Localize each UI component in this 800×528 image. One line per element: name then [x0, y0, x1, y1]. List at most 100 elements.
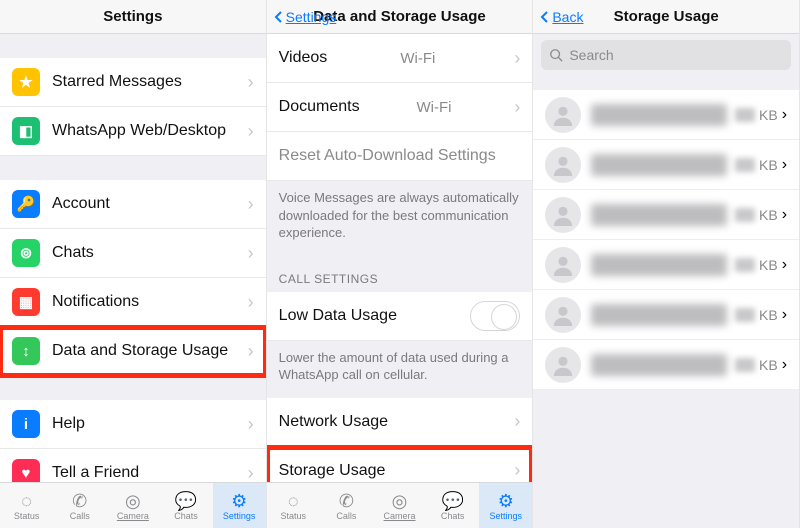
chevron-right-icon: ›: [782, 306, 787, 324]
tab-settings[interactable]: ⚙ Settings: [479, 483, 532, 528]
nav-title: Data and Storage Usage: [313, 8, 486, 25]
contact-name-redacted: [591, 304, 727, 326]
avatar-icon: [545, 247, 581, 283]
whatsapp-web-icon: ◧: [12, 117, 40, 145]
chats-icon: 💬: [175, 491, 197, 511]
size-redacted: [735, 208, 755, 222]
chevron-right-icon: ›: [514, 460, 520, 481]
avatar-icon: [545, 147, 581, 183]
row-label: Data and Storage Usage: [52, 342, 228, 360]
tab-chats[interactable]: 💬 Chats: [159, 483, 212, 528]
chevron-right-icon: ›: [248, 463, 254, 483]
row-whatsapp-web[interactable]: ◧ WhatsApp Web/Desktop ›: [0, 107, 266, 156]
search-input[interactable]: Search: [541, 40, 791, 70]
help-icon: i: [12, 410, 40, 438]
contact-row[interactable]: KB ›: [533, 240, 799, 290]
avatar-icon: [545, 347, 581, 383]
row-tell-a-friend[interactable]: ♥ Tell a Friend ›: [0, 449, 266, 482]
row-starred-messages[interactable]: ★ Starred Messages ›: [0, 58, 266, 107]
size-redacted: [735, 358, 755, 372]
contact-row[interactable]: KB ›: [533, 290, 799, 340]
tab-camera[interactable]: ◎ Camera: [106, 483, 159, 528]
chevron-right-icon: ›: [248, 121, 254, 142]
tab-label: Settings: [490, 511, 523, 521]
voice-note: Voice Messages are always automatically …: [267, 181, 533, 256]
size-unit: KB: [759, 107, 778, 123]
size-redacted: [735, 308, 755, 322]
low-data-note: Lower the amount of data used during a W…: [267, 341, 533, 398]
chats-icon: 💬: [441, 491, 463, 511]
avatar-icon: [545, 197, 581, 233]
size-unit: KB: [759, 207, 778, 223]
chevron-right-icon: ›: [514, 48, 520, 69]
tab-label: Calls: [336, 511, 356, 521]
contact-row[interactable]: KB ›: [533, 190, 799, 240]
chevron-right-icon: ›: [782, 356, 787, 374]
call-settings-header: CALL SETTINGS: [267, 256, 533, 292]
contact-name-redacted: [591, 254, 727, 276]
chevron-right-icon: ›: [782, 106, 787, 124]
back-button[interactable]: Back: [539, 9, 583, 25]
chevron-right-icon: ›: [248, 72, 254, 93]
nav-bar: Settings: [0, 0, 266, 34]
status-icon: ◌: [21, 491, 32, 511]
tab-status[interactable]: ◌ Status: [0, 483, 53, 528]
contact-name-redacted: [591, 354, 727, 376]
nav-bar: Back Storage Usage: [533, 0, 799, 34]
row-label: Help: [52, 415, 85, 433]
row-value: Wi-Fi: [416, 99, 451, 116]
low-data-label: Low Data Usage: [279, 307, 397, 325]
tell-a-friend-icon: ♥: [12, 459, 40, 482]
row-account[interactable]: 🔑 Account ›: [0, 180, 266, 229]
tab-calls[interactable]: ✆ Calls: [53, 483, 106, 528]
tab-label: Camera: [117, 511, 149, 521]
row-videos[interactable]: Videos Wi-Fi ›: [267, 34, 533, 83]
contact-row[interactable]: KB ›: [533, 140, 799, 190]
tab-label: Chats: [441, 511, 465, 521]
size-redacted: [735, 108, 755, 122]
contact-row[interactable]: KB ›: [533, 90, 799, 140]
row-value: Wi-Fi: [400, 50, 435, 67]
row-chats[interactable]: ⊚ Chats ›: [0, 229, 266, 278]
chevron-right-icon: ›: [514, 411, 520, 432]
row-help[interactable]: i Help ›: [0, 400, 266, 449]
data-storage-usage-icon: ↕: [12, 337, 40, 365]
tab-bar: ◌ Status ✆ Calls ◎ Camera 💬 Chats ⚙ Sett…: [267, 482, 533, 528]
row-label: Tell a Friend: [52, 464, 139, 482]
tab-calls[interactable]: ✆ Calls: [320, 483, 373, 528]
tab-label: Calls: [70, 511, 90, 521]
row-label: Videos: [279, 49, 328, 67]
row-label: Account: [52, 195, 110, 213]
calls-icon: ✆: [339, 491, 354, 511]
camera-icon: ◎: [125, 491, 141, 511]
tab-camera[interactable]: ◎ Camera: [373, 483, 426, 528]
nav-title: Settings: [103, 8, 162, 25]
back-button[interactable]: Settings: [273, 9, 337, 25]
row-label: Storage Usage: [279, 462, 386, 480]
nav-bar: Settings Data and Storage Usage: [267, 0, 533, 34]
size-redacted: [735, 258, 755, 272]
contact-row[interactable]: KB ›: [533, 340, 799, 390]
chevron-right-icon: ›: [248, 341, 254, 362]
row-documents[interactable]: Documents Wi-Fi ›: [267, 83, 533, 132]
chevron-right-icon: ›: [248, 194, 254, 215]
chevron-right-icon: ›: [248, 414, 254, 435]
tab-status[interactable]: ◌ Status: [267, 483, 320, 528]
tab-settings[interactable]: ⚙ Settings: [213, 483, 266, 528]
row-label: Chats: [52, 244, 94, 262]
row-data-storage-usage[interactable]: ↕ Data and Storage Usage ›: [0, 327, 266, 376]
status-icon: ◌: [288, 491, 299, 511]
reset-auto-download[interactable]: Reset Auto-Download Settings: [267, 132, 533, 181]
chevron-right-icon: ›: [514, 97, 520, 118]
tab-chats[interactable]: 💬 Chats: [426, 483, 479, 528]
tab-label: Camera: [384, 511, 416, 521]
row-notifications[interactable]: ▦ Notifications ›: [0, 278, 266, 327]
low-data-toggle[interactable]: [470, 301, 520, 331]
tab-label: Status: [280, 511, 306, 521]
nav-title: Storage Usage: [614, 8, 719, 25]
tab-bar: ◌ Status ✆ Calls ◎ Camera 💬 Chats ⚙ Sett…: [0, 482, 266, 528]
row-network-usage[interactable]: Network Usage ›: [267, 398, 533, 447]
account-icon: 🔑: [12, 190, 40, 218]
starred-messages-icon: ★: [12, 68, 40, 96]
row-storage-usage[interactable]: Storage Usage ›: [267, 447, 533, 482]
